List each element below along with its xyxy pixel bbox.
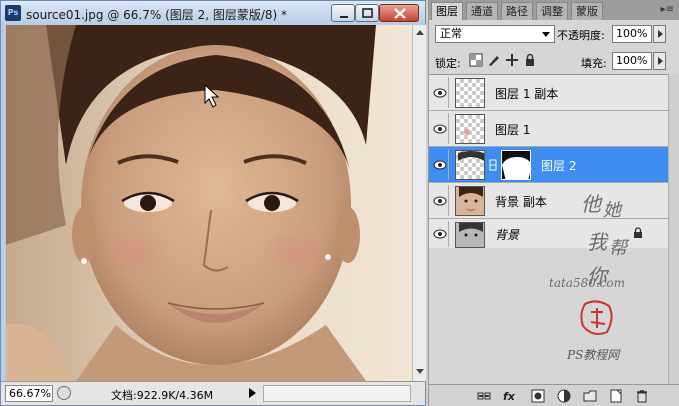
- trash-icon[interactable]: [635, 389, 649, 403]
- panel-menu-icon[interactable]: ▸≡: [661, 4, 674, 15]
- layer-thumbnail: [455, 222, 485, 248]
- face-gray-thumbnail-icon: [456, 223, 484, 247]
- folder-icon[interactable]: [583, 389, 597, 403]
- photoshop-icon: Ps: [5, 5, 21, 21]
- blend-mode-select[interactable]: 正常: [435, 25, 555, 43]
- watermark-char: 我: [587, 230, 607, 254]
- maximize-icon: [362, 8, 373, 18]
- layer-row[interactable]: 图层 1 副本: [429, 75, 668, 111]
- add-mask-icon[interactable]: [531, 389, 545, 403]
- layers-list: 图层 1 副本 图层 1 图层 2 背景 副本 背景: [429, 74, 668, 249]
- layers-empty-area: 他 她 我 帮 你 tata580.com PS教程网: [429, 192, 668, 384]
- layers-bottom-toolbar: fx: [429, 384, 679, 406]
- layer-thumbnail: [455, 186, 485, 216]
- layers-panel: 图层 通道 路径 调整 蒙版 ▸≡ 正常 不透明度: 100% 锁定: 填充: …: [428, 0, 679, 406]
- watermark-char: 他: [581, 192, 601, 216]
- document-window: Ps source01.jpg @ 66.7% (图层 2, 图层蒙版/8) *: [0, 0, 426, 406]
- fx-icon[interactable]: fx: [503, 389, 517, 403]
- visibility-toggle[interactable]: [431, 77, 449, 108]
- minimize-button[interactable]: [331, 4, 355, 22]
- document-title: source01.jpg @ 66.7% (图层 2, 图层蒙版/8) *: [26, 8, 288, 22]
- layer-name: 背景: [495, 228, 520, 242]
- layer-name: 图层 1: [495, 123, 531, 137]
- chevron-down-icon: [542, 32, 550, 37]
- watermark-site: tata580.com: [549, 276, 625, 290]
- scroll-up-icon: [416, 30, 424, 35]
- mask-shape-icon: [502, 151, 530, 179]
- layers-scrollbar[interactable]: [668, 74, 679, 384]
- canvas-image[interactable]: [6, 25, 416, 381]
- document-vertical-scrollbar[interactable]: [412, 25, 426, 381]
- maximize-button[interactable]: [355, 4, 379, 22]
- hair-silhouette-icon: [458, 151, 484, 161]
- layer-thumbnail[interactable]: [455, 150, 485, 180]
- svg-text:fx: fx: [503, 390, 516, 403]
- status-menu-arrow-icon[interactable]: [249, 388, 256, 398]
- layer-row[interactable]: 背景: [429, 219, 668, 249]
- layer-row[interactable]: 背景 副本: [429, 183, 668, 219]
- link-layers-icon[interactable]: [477, 389, 491, 403]
- eye-icon: [433, 196, 447, 206]
- eye-icon: [433, 229, 447, 239]
- layer-mask-thumbnail[interactable]: [501, 150, 531, 180]
- scroll-down-icon: [416, 369, 424, 374]
- eye-icon: [433, 160, 447, 170]
- fill-slider-arrow-icon[interactable]: [653, 52, 666, 70]
- lock-label: 锁定:: [435, 57, 461, 70]
- fill-label: 填充:: [581, 57, 607, 70]
- visibility-toggle[interactable]: [431, 113, 449, 144]
- layer-name: 图层 1 副本: [495, 87, 559, 101]
- document-titlebar[interactable]: Ps source01.jpg @ 66.7% (图层 2, 图层蒙版/8) *: [1, 1, 425, 25]
- watermark-char: 她: [603, 200, 621, 221]
- new-layer-icon[interactable]: [609, 389, 623, 403]
- portrait-photo: [6, 25, 416, 381]
- face-thumbnail-icon: [456, 187, 484, 215]
- document-statusbar: 66.67% 文档:922.9K/4.36M: [1, 381, 425, 405]
- document-size-info: 文档:922.9K/4.36M: [111, 389, 214, 402]
- fill-input[interactable]: 100%: [612, 52, 652, 70]
- tab-masks[interactable]: 蒙版: [571, 2, 603, 20]
- tab-adjustments[interactable]: 调整: [536, 2, 568, 20]
- layer-lock-icon: [634, 227, 642, 238]
- lock-image-icon[interactable]: [487, 53, 501, 67]
- layer-name: 背景 副本: [495, 195, 547, 209]
- document-horizontal-scrollbar[interactable]: [263, 385, 411, 402]
- tab-paths[interactable]: 路径: [501, 2, 533, 20]
- eye-icon: [433, 124, 447, 134]
- opacity-input[interactable]: 100%: [612, 25, 652, 43]
- close-button[interactable]: [379, 4, 419, 22]
- eye-icon: [433, 88, 447, 98]
- opacity-label: 不透明度:: [557, 29, 605, 42]
- panel-tabs: 图层 通道 路径 调整 蒙版 ▸≡: [429, 0, 679, 20]
- visibility-toggle[interactable]: [431, 221, 449, 247]
- opacity-slider-arrow-icon[interactable]: [653, 25, 666, 43]
- watermark-brand: PS教程网: [567, 348, 620, 362]
- layer-row[interactable]: 图层 1: [429, 111, 668, 147]
- zoom-input[interactable]: 66.67%: [5, 385, 53, 402]
- seal-stamp-icon: [580, 300, 613, 335]
- layer-thumbnail: [455, 114, 485, 144]
- layer-thumbnail: [455, 78, 485, 108]
- tab-channels[interactable]: 通道: [466, 2, 498, 20]
- blush-dot-icon: [464, 129, 470, 135]
- status-info-icon[interactable]: [57, 386, 71, 400]
- blend-mode-value: 正常: [440, 27, 462, 40]
- layer-row-selected[interactable]: 图层 2: [429, 147, 668, 183]
- close-icon: [394, 8, 406, 19]
- watermark-char: 帮: [609, 238, 627, 259]
- tab-layers[interactable]: 图层: [431, 2, 463, 20]
- visibility-toggle[interactable]: [431, 149, 449, 180]
- lock-all-icon[interactable]: [523, 53, 537, 67]
- visibility-toggle[interactable]: [431, 185, 449, 216]
- layer-name: 图层 2: [541, 159, 577, 173]
- adjustment-layer-icon[interactable]: [557, 389, 571, 403]
- lock-transparency-icon[interactable]: [469, 53, 483, 67]
- link-chain-icon[interactable]: [489, 159, 497, 171]
- minimize-icon: [340, 16, 348, 18]
- lock-position-icon[interactable]: [505, 53, 519, 67]
